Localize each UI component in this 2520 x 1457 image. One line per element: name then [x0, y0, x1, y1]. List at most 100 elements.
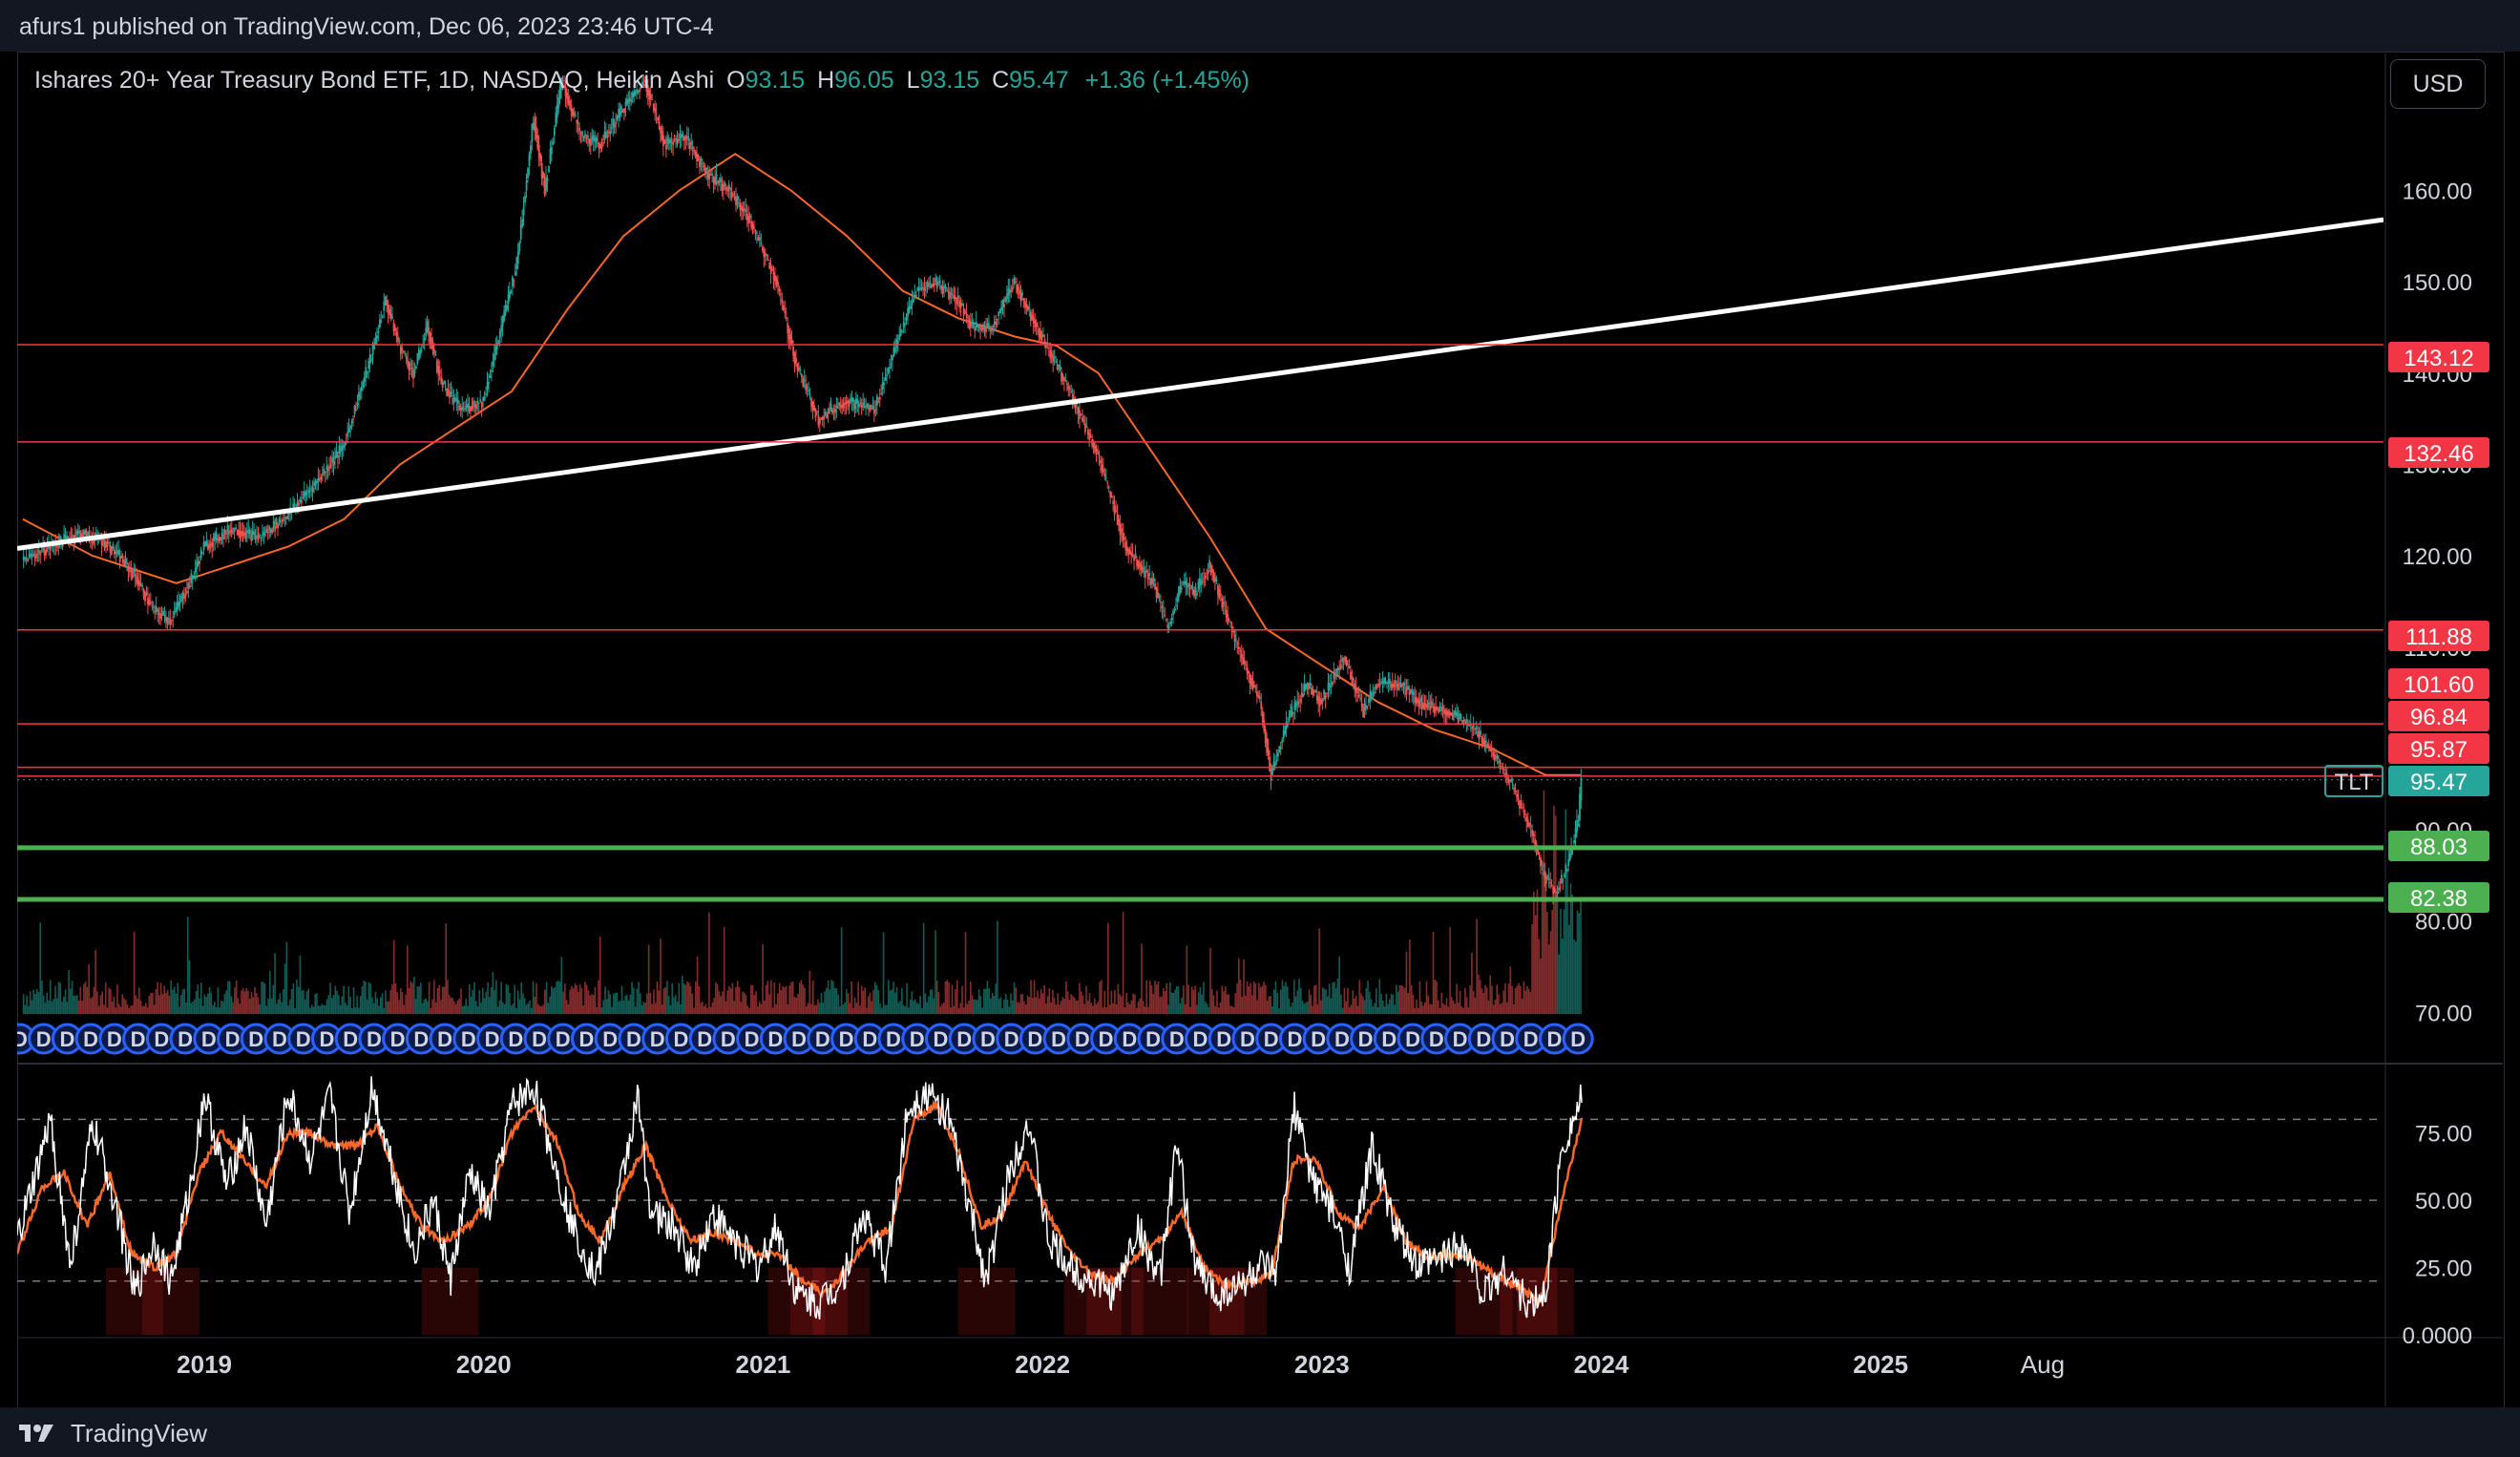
volume-bar [691, 993, 694, 1014]
volume-bar [944, 981, 947, 1014]
dividend-marker-label: D [508, 1027, 523, 1051]
candle-body [492, 360, 494, 367]
volume-bar [771, 1007, 774, 1014]
candle-body [415, 366, 417, 370]
volume-bar [600, 1007, 603, 1014]
volume-bar [1496, 984, 1499, 1014]
candle-body [901, 330, 904, 332]
candle-body [1170, 618, 1173, 621]
volume-bar [1321, 987, 1324, 1014]
volume-bar [1276, 993, 1279, 1014]
volume-bar [584, 982, 586, 1014]
candle-body [129, 567, 131, 569]
volume-bar [1226, 994, 1228, 1014]
candle-body [904, 324, 907, 326]
candle-body [1334, 676, 1336, 678]
volume-bar [1414, 1007, 1417, 1014]
volume-bar [696, 956, 699, 1014]
volume-bar [1216, 990, 1218, 1014]
volume-bar [170, 980, 172, 1014]
dividend-marker-label: D [343, 1027, 358, 1051]
volume-bar [715, 982, 717, 1014]
candle-body [474, 404, 477, 410]
volume-bar [116, 984, 118, 1014]
volume-bar [55, 998, 58, 1014]
candle-body [548, 166, 550, 173]
candle-body [359, 395, 362, 397]
currency-button[interactable]: USD [2390, 59, 2486, 109]
candle-body [381, 316, 384, 318]
volume-bar [662, 988, 665, 1014]
candle-body [1543, 865, 1544, 867]
candle-body [795, 358, 797, 364]
time-tick-label: 2022 [1015, 1350, 1070, 1379]
volume-bar [1155, 984, 1158, 1014]
volume-bar [857, 982, 859, 1014]
tradingview-logo[interactable]: TradingView [19, 1409, 207, 1457]
volume-bar [482, 987, 484, 1014]
volume-bar [547, 1003, 550, 1014]
candle-body [587, 135, 589, 138]
candle-body [84, 529, 87, 536]
volume-bar [1288, 998, 1291, 1014]
volume-bar [1494, 999, 1497, 1014]
time-tick-label: 2021 [736, 1350, 791, 1379]
volume-bar [42, 995, 45, 1014]
volume-bar [589, 995, 592, 1014]
volume-bar [682, 983, 685, 1014]
volume-bar [703, 1005, 705, 1014]
candle-body [1131, 554, 1134, 556]
dividend-marker-label: D [1453, 1027, 1468, 1051]
volume-bar [138, 987, 140, 1014]
volume-bar [824, 991, 826, 1014]
volume-bar [394, 982, 397, 1014]
dividend-marker-label: D [1381, 1027, 1396, 1051]
candle-body [729, 188, 732, 191]
stochastic-pane [17, 1076, 2384, 1336]
volume-bar [855, 1003, 858, 1014]
volume-bar [450, 997, 452, 1014]
volume-bar [1021, 993, 1024, 1014]
volume-bar [1347, 987, 1349, 1014]
volume-bar [1035, 997, 1038, 1014]
volume-bar [376, 998, 378, 1014]
candle-body [227, 531, 230, 535]
candle-body [1169, 621, 1172, 624]
candle-body [1532, 834, 1535, 836]
candle-body [1565, 869, 1568, 871]
volume-bar [106, 1007, 109, 1014]
candle-body [944, 285, 947, 289]
volume-bar [1139, 998, 1142, 1014]
volume-bar [168, 995, 171, 1014]
candle-body [363, 376, 366, 383]
volume-bar [749, 984, 752, 1014]
volume-bar [416, 986, 419, 1014]
candle-body [528, 154, 531, 166]
candle-body [124, 559, 127, 563]
candle-body [905, 316, 908, 321]
volume-bar [862, 990, 865, 1014]
dividend-marker-label: D [980, 1027, 996, 1051]
candle-body [366, 371, 368, 373]
volume-bar [383, 1007, 386, 1014]
volume-bar [1445, 998, 1448, 1014]
volume-bar [1141, 943, 1143, 1014]
volume-bar [957, 1007, 960, 1014]
volume-bar [899, 1001, 901, 1014]
volume-bar [895, 986, 898, 1014]
volume-bar [165, 992, 167, 1014]
chart-canvas[interactable]: DDDDDDDDDDDDDDDDDDDDDDDDDDDDDDDDDDDDDDDD… [0, 0, 2520, 1457]
volume-bar [143, 1005, 145, 1014]
candle-body [1480, 730, 1481, 735]
candle-body [1095, 449, 1098, 453]
volume-bar [405, 994, 407, 1014]
volume-bar [1259, 987, 1262, 1014]
volume-bar [263, 983, 266, 1014]
volume-bar [510, 1005, 513, 1014]
volume-bar [356, 995, 358, 1014]
volume-bar [1527, 988, 1530, 1014]
volume-bar [1298, 979, 1300, 1014]
volume-bar [1299, 987, 1302, 1014]
volume-bar [363, 981, 365, 1014]
candle-body [437, 366, 440, 376]
